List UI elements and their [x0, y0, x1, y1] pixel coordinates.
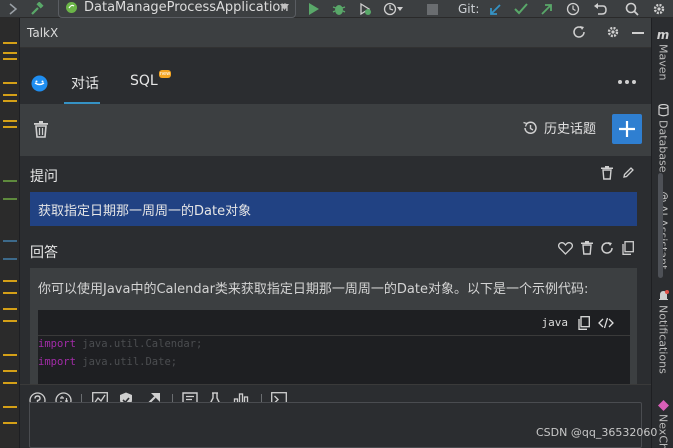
- expand-icon[interactable]: [8, 0, 18, 18]
- gutter-marker: [3, 370, 17, 372]
- clear-trash-icon[interactable]: [34, 121, 48, 138]
- maven-icon: m: [656, 28, 670, 42]
- maven-label: Maven: [656, 44, 670, 81]
- database-label: Database: [656, 120, 670, 173]
- history-topics-button[interactable]: 历史话题: [522, 118, 596, 137]
- gutter-marker: [3, 422, 17, 424]
- gutter-marker: [3, 52, 17, 54]
- conversation-area: 提问 获取指定日期那一周周一的Date对象 回答 你可以使用Java中的Cale…: [20, 156, 651, 384]
- run-configuration-label: DataManageProcessApplication: [84, 0, 289, 15]
- notifications-label: Notifications: [656, 305, 670, 374]
- code-block-header: java: [38, 310, 630, 336]
- vcs-update-icon[interactable]: [489, 0, 502, 18]
- run-icon[interactable]: [308, 0, 319, 18]
- vcs-label: Git:: [458, 2, 480, 16]
- chat-toolbar: 历史话题: [20, 104, 651, 156]
- plus-icon: [619, 121, 635, 137]
- history-topics-label: 历史话题: [544, 122, 597, 137]
- chevron-down-icon: [280, 4, 289, 10]
- maven-tool-button[interactable]: m Maven: [654, 28, 672, 80]
- gutter-marker: [3, 308, 17, 310]
- gutter-marker: [3, 100, 17, 102]
- tab-bar: 对话 SQL new: [20, 49, 651, 104]
- history-clock-icon[interactable]: [566, 0, 580, 18]
- vcs-commit-icon[interactable]: [514, 0, 528, 18]
- settings-gear-icon[interactable]: [652, 0, 666, 18]
- nexchat-label: NexCh: [656, 414, 670, 448]
- gutter-marker: [3, 406, 17, 408]
- gutter-marker: [3, 198, 17, 200]
- talkx-panel: TalkX 对话 SQL new 历史话题 提问 获取指定日期那一周周一的Dat…: [20, 18, 663, 448]
- gutter-marker: [3, 292, 17, 294]
- run-with-coverage-icon[interactable]: [358, 0, 372, 18]
- stop-icon[interactable]: [427, 0, 438, 18]
- prompt-input[interactable]: [29, 402, 642, 448]
- answer-header: 回答: [30, 245, 58, 261]
- panel-title: TalkX: [27, 25, 59, 40]
- gutter-marker: [3, 280, 17, 282]
- nexchat-tool-button[interactable]: NexCh: [654, 400, 672, 448]
- delete-question-icon[interactable]: [601, 166, 613, 180]
- watermark: CSDN @qq_36532060: [536, 426, 658, 439]
- bell-icon: [658, 290, 669, 300]
- panel-header: TalkX: [20, 18, 651, 48]
- nexchat-icon: [657, 400, 669, 411]
- minimize-icon[interactable]: [632, 32, 644, 34]
- new-badge: new: [159, 70, 171, 78]
- gutter-marker: [3, 180, 17, 182]
- debug-icon[interactable]: [332, 0, 346, 18]
- notifications-tool-button[interactable]: Notifications: [654, 290, 672, 374]
- gutter-marker: [3, 94, 17, 96]
- gutter-marker: [3, 240, 17, 242]
- gutter-marker: [3, 320, 17, 322]
- search-icon[interactable]: [625, 0, 639, 18]
- refresh-icon[interactable]: [572, 25, 586, 39]
- code-block: java import java.util.Calendar; import j…: [38, 310, 630, 384]
- profiler-icon[interactable]: [383, 0, 405, 18]
- database-icon: [657, 104, 669, 117]
- spring-boot-icon: [65, 1, 78, 14]
- build-hammer-icon[interactable]: [30, 0, 44, 18]
- gutter-marker: [3, 126, 17, 128]
- run-configuration-select[interactable]: DataManageProcessApplication: [58, 0, 296, 18]
- ai-assistant-tool-button[interactable]: @ AI Assistant: [654, 190, 672, 269]
- copy-icon[interactable]: [622, 241, 634, 255]
- gutter-marker: [3, 382, 17, 384]
- gutter-marker: [3, 354, 17, 356]
- code-language-label: java: [541, 316, 569, 329]
- editor-gutter: [0, 18, 20, 448]
- scrollbar-thumb[interactable]: [658, 173, 663, 278]
- talkx-logo-icon: [31, 75, 48, 92]
- question-header: 提问: [30, 169, 58, 185]
- code-line: import java.util.Date;: [38, 356, 178, 368]
- gutter-marker: [3, 58, 17, 60]
- vcs-push-icon[interactable]: [540, 0, 553, 18]
- gutter-marker: [3, 42, 17, 44]
- new-chat-button[interactable]: [612, 114, 642, 144]
- insert-code-icon[interactable]: [598, 317, 614, 329]
- regenerate-icon[interactable]: [600, 241, 614, 255]
- delete-answer-icon[interactable]: [581, 241, 593, 255]
- database-tool-button[interactable]: Database: [654, 104, 672, 173]
- like-heart-icon[interactable]: [558, 242, 573, 255]
- question-bubble: 获取指定日期那一周周一的Date对象: [30, 192, 637, 226]
- code-line: import java.util.Calendar;: [38, 338, 203, 350]
- history-clock-icon: [522, 120, 538, 136]
- gutter-marker: [3, 120, 17, 122]
- gutter-marker: [3, 82, 17, 84]
- edit-pencil-icon[interactable]: [622, 166, 635, 179]
- answer-bubble: 你可以使用Java中的Calendar类来获取指定日期那一周周一的Date对象。…: [30, 268, 637, 384]
- more-options-icon[interactable]: [618, 80, 636, 84]
- question-text: 获取指定日期那一周周一的Date对象: [38, 203, 252, 219]
- ide-toolbar: DataManageProcessApplication Git:: [0, 0, 673, 18]
- copy-code-icon[interactable]: [578, 316, 590, 330]
- tab-chat[interactable]: 对话: [71, 73, 99, 93]
- tab-sql[interactable]: SQL: [130, 73, 158, 89]
- gutter-marker: [3, 258, 17, 260]
- answer-text: 你可以使用Java中的Calendar类来获取指定日期那一周周一的Date对象。…: [38, 282, 589, 297]
- rollback-icon[interactable]: [593, 0, 607, 18]
- settings-gear-icon[interactable]: [606, 25, 620, 39]
